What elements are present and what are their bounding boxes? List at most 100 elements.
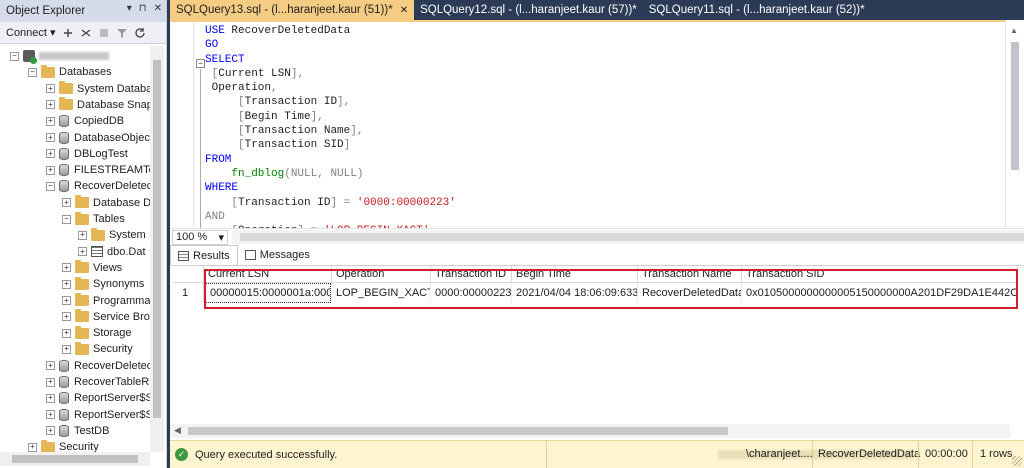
close-icon[interactable]: ✕ [154,3,162,14]
collapse-icon[interactable]: − [10,51,19,61]
code-line[interactable]: [Current LSN], [205,67,456,81]
editor-vertical-scrollbar[interactable]: ▲ [1005,20,1024,228]
table-cell[interactable]: LOP_BEGIN_XACT [332,283,431,303]
dropdown-icon[interactable]: ▾ [127,3,132,14]
column-header[interactable]: Operation [332,266,431,283]
code-line[interactable]: [Begin Time], [205,110,456,124]
expand-icon[interactable]: + [46,116,55,126]
refresh-icon[interactable] [134,27,146,39]
column-header[interactable]: Current LSN [204,266,332,283]
object-explorer-vertical-scrollbar[interactable] [150,46,164,452]
filter-icon[interactable] [116,27,128,39]
tree-node[interactable]: + RecoverDeleted [46,358,150,374]
tab-sqlquery13[interactable]: SQLQuery13.sql - (l...haranjeet.kaur (51… [170,0,415,20]
close-tab-icon[interactable]: ✕ [400,5,408,16]
expand-icon[interactable]: + [46,100,55,110]
editor-horizontal-scrollbar[interactable] [232,230,1024,244]
tree-node[interactable]: + ReportServer$S [46,407,150,423]
tree-node[interactable]: + FILESTREAMTe [46,162,150,178]
tree-node[interactable]: + ReportServer$S [46,390,150,406]
object-explorer-horizontal-scrollbar[interactable] [0,452,150,466]
code-line[interactable]: FROM [205,153,456,167]
tab-sqlquery11[interactable]: SQLQuery11.sql - (l...haranjeet.kaur (52… [643,0,871,20]
expand-icon[interactable]: + [46,84,55,94]
expand-icon[interactable]: + [62,328,71,338]
tree-node[interactable]: + Synonyms [62,276,144,292]
code-line[interactable]: WHERE [205,181,456,195]
code-line[interactable]: [Transaction ID] = '0000:00000223' [205,196,455,210]
expand-icon[interactable]: + [46,377,55,387]
scroll-left-icon[interactable]: ◀ [174,425,181,436]
expand-icon[interactable]: + [78,230,87,240]
table-cell[interactable]: 00000015:0000001a:0001 [205,283,331,303]
code-line[interactable]: [Transaction SID] [205,138,456,152]
resize-grip-icon[interactable] [1012,456,1022,466]
code-line[interactable]: USE RecoverDeletedData [205,24,456,38]
expand-icon[interactable]: + [46,410,55,420]
disconnect-icon[interactable] [80,27,92,39]
tree-node[interactable]: − RecoverDeleted [46,178,150,194]
query-editor[interactable]: − USE RecoverDeletedData GO SELECT [Curren… [170,20,1005,228]
tree-node[interactable]: + Storage [62,325,132,341]
tree-node[interactable]: + Database D [62,195,150,211]
column-header[interactable]: Transaction SID [742,266,1018,283]
collapse-icon[interactable]: − [62,214,71,224]
expand-icon[interactable]: + [46,393,55,403]
expand-icon[interactable]: + [46,426,55,436]
zoom-dropdown[interactable]: 100 % ▾ [172,229,228,245]
tree-node[interactable]: + Database Snap [46,97,150,113]
code-line[interactable]: AND [205,210,456,224]
expand-icon[interactable]: + [62,279,71,289]
collapse-icon[interactable]: − [46,181,55,191]
expand-icon[interactable]: + [28,442,37,452]
code-line[interactable]: [Transaction Name], [205,124,456,138]
tree-node[interactable]: + System [78,227,146,243]
code-line[interactable]: [Transaction ID], [205,95,456,109]
tree-node[interactable]: + RecoverTableR [46,374,149,390]
expand-icon[interactable]: + [46,165,55,175]
tab-messages[interactable]: Messages [238,245,317,265]
tree-node[interactable]: + Programma [62,293,150,309]
expand-icon[interactable]: + [46,361,55,371]
tree-node[interactable]: + dbo.Dat [78,244,146,260]
table-cell[interactable]: RecoverDeletedData [638,283,742,303]
collapse-icon[interactable]: − [28,67,37,77]
tab-sqlquery12[interactable]: SQLQuery12.sql - (l...haranjeet.kaur (57… [414,0,643,20]
expand-icon[interactable]: + [62,344,71,354]
column-header[interactable]: Transaction ID [431,266,512,283]
row-header[interactable]: 1 [174,283,204,303]
tree-node[interactable]: + Views [62,260,122,276]
expand-icon[interactable]: + [62,263,71,273]
tree-node[interactable]: + Security [28,439,99,452]
connect-plug-icon[interactable] [62,27,74,39]
table-cell[interactable]: 0x0105000000000005150000000A201DF29DA1E4… [742,283,1018,303]
expand-icon[interactable]: + [62,198,71,208]
tree-node[interactable]: + CopiedDB [46,113,124,129]
expand-icon[interactable]: + [78,247,87,257]
expand-icon[interactable]: + [62,296,71,305]
expand-icon[interactable]: + [46,133,55,142]
code-line[interactable]: GO [205,38,456,52]
table-cell[interactable]: 2021/04/04 18:06:09:633 [512,283,638,303]
tree-node[interactable]: + Service Bro [62,309,150,325]
grid-corner[interactable] [174,266,204,283]
connect-button[interactable]: Connect ▾ [6,26,56,39]
tree-node[interactable]: + TestDB [46,423,109,439]
tree-node[interactable]: + DatabaseObjec [46,130,150,146]
code-line[interactable]: SELECT [205,53,456,67]
table-cell[interactable]: 0000:00000223 [431,283,512,303]
tree-node[interactable]: − Tables [62,211,125,227]
scroll-up-icon[interactable]: ▲ [1010,26,1018,35]
results-horizontal-scrollbar[interactable]: ◀ [170,424,1010,438]
code-line[interactable]: Operation, [205,81,456,95]
tree-node[interactable]: + System Databa [46,81,150,97]
collapse-region-icon[interactable]: − [196,59,205,68]
sql-code[interactable]: USE RecoverDeletedData GO SELECT [Current … [205,24,456,228]
pin-icon[interactable]: ⊓ [139,3,147,14]
stop-icon[interactable] [98,27,110,39]
column-header[interactable]: Transaction Name [638,266,742,283]
tree-node[interactable]: − Databases [28,64,112,80]
expand-icon[interactable]: + [62,312,71,322]
expand-icon[interactable]: + [46,149,55,159]
tree-node[interactable]: + DBLogTest [46,146,128,162]
